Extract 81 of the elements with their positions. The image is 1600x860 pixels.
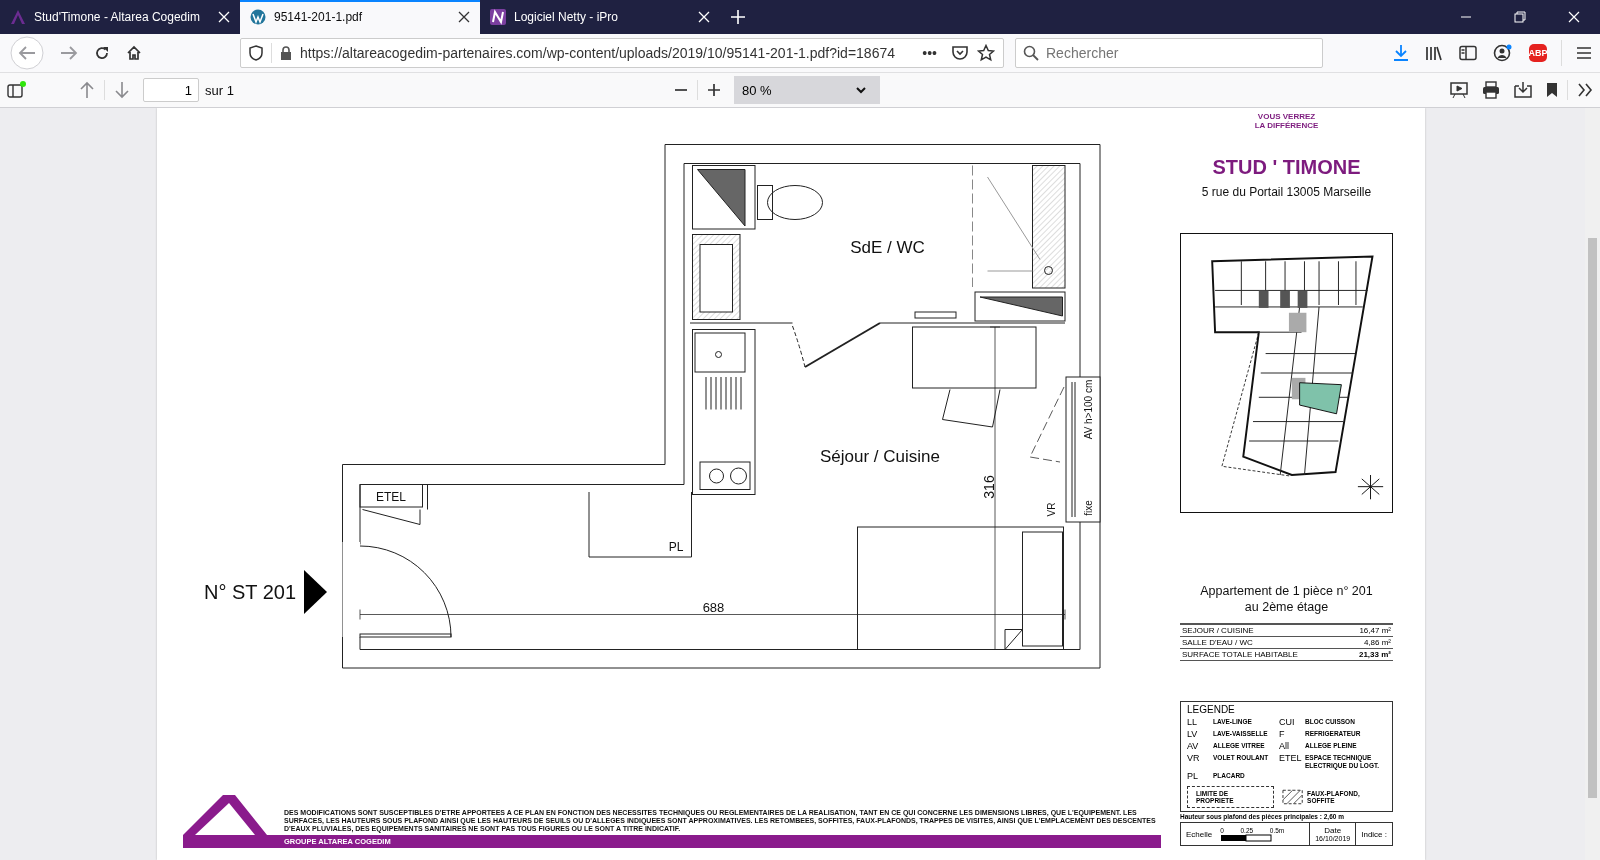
browser-tab[interactable]: Stud'Timone - Altarea Cogedim (0, 0, 240, 34)
bookmark-icon[interactable] (1546, 82, 1558, 98)
lock-icon (280, 46, 292, 60)
room-name: SEJOUR / CUISINE (1182, 626, 1254, 635)
library-icon[interactable] (1425, 45, 1443, 61)
search-icon (1023, 45, 1039, 61)
star-icon[interactable] (977, 44, 995, 62)
download-icon[interactable] (1393, 44, 1409, 62)
legend-code: ETEL (1279, 753, 1303, 763)
legend-code: PL (1187, 771, 1199, 781)
address-bar[interactable]: https://altareacogedim-partenaires.com/wp-content/uploads/2019/10/95141-201-1.pdf?id=18674 ••• (240, 38, 1004, 68)
tab-title: 95141-201-1.pdf (274, 10, 364, 24)
room-label: Séjour / Cuisine (820, 446, 940, 466)
forward-arrow-icon[interactable] (60, 45, 78, 61)
date-label: Date (1324, 826, 1342, 835)
scale-bar-icon (1220, 833, 1273, 842)
window-label: AV h>100 cm (1083, 379, 1094, 440)
double-chevron-icon[interactable] (1577, 83, 1593, 97)
shield-icon (249, 45, 263, 61)
browser-tab[interactable]: Logiciel Netty - iPro (480, 0, 720, 34)
dimension-label: 316 (981, 475, 997, 499)
legend-code: LL (1187, 717, 1198, 727)
legend-code: VR (1187, 753, 1201, 763)
zoom-in-icon[interactable] (706, 83, 721, 97)
caret-icon (855, 86, 866, 94)
room-name: SURFACE TOTALE HABITABLE (1182, 650, 1298, 659)
url-text: https://altareacogedim-partenaires.com/wp-content/uploads/2019/10/95141-201-1.pdf?id=18674 (300, 45, 895, 61)
account-icon[interactable] (1493, 44, 1513, 62)
closet-label: PL (668, 540, 684, 554)
n-logo-icon (490, 9, 506, 25)
presentation-icon[interactable] (1450, 81, 1468, 99)
home-icon[interactable] (126, 45, 142, 61)
unit-number-label: N° ST 201 (203, 581, 297, 603)
shutter-label: VR (1046, 502, 1057, 517)
slogan-text: VOUS VERREZ LA DIFFÉRENCE (1253, 112, 1320, 130)
tab-title: Stud'Timone - Altarea Cogedim (34, 10, 201, 24)
cabinet-label: ETEL (376, 489, 406, 504)
new-tab-icon[interactable] (730, 9, 746, 25)
restore-icon[interactable] (1514, 11, 1526, 23)
down-arrow-icon[interactable] (114, 81, 130, 99)
dimension-label: 688 (702, 600, 725, 615)
page-actions-button[interactable]: ••• (922, 45, 937, 61)
scrollbar-thumb[interactable] (1588, 238, 1597, 798)
zoom-select[interactable]: 80 % (733, 76, 880, 104)
legend-title: LEGENDE (1187, 704, 1236, 715)
entrance-arrow-icon (304, 570, 327, 614)
tab-title: Logiciel Netty - iPro (514, 10, 620, 24)
legend-code: LV (1187, 729, 1199, 739)
reload-icon[interactable] (94, 45, 110, 61)
project-title: STUD ' TIMONE (1211, 156, 1362, 179)
a-logo-icon (10, 9, 26, 25)
area-value: 4,86 m² (1363, 638, 1391, 647)
w-circle-icon (250, 9, 266, 25)
menu-icon[interactable] (1576, 46, 1592, 60)
page-number-field[interactable]: 1 (143, 78, 199, 102)
download-tray-icon[interactable] (1514, 81, 1532, 99)
pocket-icon[interactable] (951, 45, 969, 61)
scale-label: Echelle (1186, 829, 1213, 839)
legend-code: F (1279, 729, 1286, 739)
hatch-icon (1281, 789, 1304, 805)
area-value: 16,47 m² (1359, 626, 1391, 635)
index-label: Indice : (1361, 829, 1387, 839)
room-name: SALLE D'EAU / WC (1182, 638, 1253, 647)
apartment-heading: Appartement de 1 pièce n° 201 au 2ème étage (1199, 583, 1374, 615)
legend-code: All (1279, 741, 1290, 751)
chevron-logo-icon (183, 795, 267, 835)
print-icon[interactable] (1482, 81, 1500, 99)
legend-code: CUI (1279, 717, 1296, 727)
area-value: 21,33 m² (1358, 650, 1391, 659)
adblock-button[interactable]: ABP (1529, 44, 1547, 62)
sidebar-icon[interactable] (1459, 45, 1477, 61)
browser-tab[interactable]: 95141-201-1.pdf (240, 0, 480, 34)
close-icon[interactable] (458, 11, 470, 23)
page-count-text: sur 1 (205, 82, 234, 98)
up-arrow-icon[interactable] (79, 81, 95, 99)
sidebar-toggle-icon[interactable] (7, 81, 27, 99)
room-label: SdE / WC (850, 238, 925, 257)
search-field[interactable]: Rechercher (1015, 38, 1323, 68)
address-text: 5 rue du Portail 13005 Marseille (1200, 185, 1373, 199)
legend-code: AV (1187, 741, 1200, 751)
window-label: fixe (1083, 500, 1094, 516)
